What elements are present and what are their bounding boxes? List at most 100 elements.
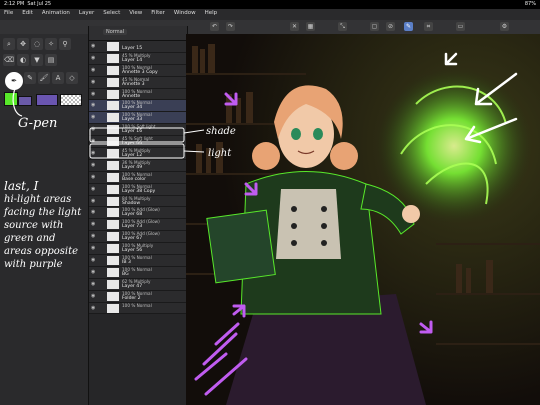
- menu-edit[interactable]: Edit: [22, 10, 33, 16]
- layer-name: Layer 15: [122, 46, 143, 51]
- note-line-1: last, I: [4, 179, 39, 193]
- wand-tool-icon[interactable]: ✧: [45, 38, 57, 50]
- layer-row[interactable]: ◉ Layer 15: [89, 41, 187, 53]
- layer-row[interactable]: ◉ 100 % Normal Annette: [89, 88, 187, 101]
- layer-row[interactable]: ◉ 100 % Normal Layer 38 Copy: [89, 183, 187, 196]
- layer-row[interactable]: ◉ 100 % Multiply Layer 56: [89, 243, 187, 256]
- visibility-eye-icon[interactable]: ◉: [91, 245, 97, 251]
- clear-icon[interactable]: ✕: [290, 22, 299, 31]
- layer-row[interactable]: ◉ 100 % Add (Glow) Layer 67: [89, 231, 187, 244]
- layer-thumbnail: [107, 208, 119, 218]
- deselect-icon[interactable]: ⊘: [386, 22, 395, 31]
- redo-icon[interactable]: ↷: [226, 22, 235, 31]
- layer-row[interactable]: ◉ 100 % Normal: [89, 302, 187, 315]
- layer-row[interactable]: ◉ 45 % Soft light Layer 66: [89, 136, 187, 149]
- layer-row[interactable]: ◉ 45 % Multiply Layer 14: [89, 52, 187, 65]
- layer-name: Annette 3: [122, 81, 145, 87]
- layer-list: ◉ Layer 15 ◉ 45 % Multiply Layer 14 ◉ 100 % No…: [89, 41, 187, 315]
- fill-icon[interactable]: ▦: [306, 22, 315, 31]
- layer-row[interactable]: ◉ 100 % Normal Annette 3 Copy: [89, 64, 187, 77]
- visibility-eye-icon[interactable]: ◉: [91, 221, 97, 227]
- settings-icon[interactable]: ⚙: [500, 22, 509, 31]
- visibility-eye-icon[interactable]: ◉: [91, 209, 97, 215]
- visibility-eye-icon[interactable]: ◉: [91, 102, 97, 108]
- layer-thumbnail: [107, 303, 119, 313]
- select-all-icon[interactable]: ▢: [370, 22, 379, 31]
- gradient-tool-icon[interactable]: ▤: [45, 54, 57, 66]
- visibility-eye-icon[interactable]: ◉: [91, 67, 97, 73]
- zoom-tool-icon[interactable]: ⌕: [3, 38, 15, 50]
- pen-mode-icon[interactable]: ✎: [404, 22, 413, 31]
- eraser-tool-icon[interactable]: ⌫: [3, 54, 15, 66]
- layer-row[interactable]: ◉ 62 % Multiply Layer 47: [89, 278, 187, 291]
- undo-icon[interactable]: ↶: [210, 22, 219, 31]
- visibility-eye-icon[interactable]: ◉: [91, 126, 97, 132]
- layer-name: Layer 12: [122, 153, 143, 159]
- layer-row[interactable]: ◉ 100 % Normal BG: [89, 266, 187, 279]
- visibility-eye-icon[interactable]: ◉: [91, 269, 97, 275]
- status-time: 2:12 PM Sat Jul 25: [4, 1, 52, 7]
- menu-animation[interactable]: Animation: [42, 10, 70, 16]
- transform-icon[interactable]: ⤡: [338, 22, 347, 31]
- layer-thumbnail: [107, 196, 119, 206]
- layer-row[interactable]: ◉ 45 % Multiply Layer 12: [89, 148, 187, 160]
- layer-name: Layer 68: [122, 212, 143, 218]
- visibility-eye-icon[interactable]: ◉: [91, 162, 97, 168]
- canvas[interactable]: shade light: [186, 34, 540, 405]
- lasso-tool-icon[interactable]: ◌: [31, 38, 43, 50]
- visibility-eye-icon[interactable]: ◉: [91, 91, 97, 97]
- layer-thumbnail: [107, 125, 119, 135]
- layer-row[interactable]: ◉ 45 % Normal Annette 3: [89, 76, 187, 89]
- visibility-eye-icon[interactable]: ◉: [91, 186, 97, 192]
- visibility-eye-icon[interactable]: ◉: [91, 281, 97, 287]
- menu-layer[interactable]: Layer: [79, 10, 94, 16]
- visibility-eye-icon[interactable]: ◉: [91, 233, 97, 239]
- menu-select[interactable]: Select: [103, 10, 120, 16]
- layer-row[interactable]: ◉ 100 % Add (Glow) Layer 68: [89, 207, 187, 220]
- shade-note: shade: [206, 126, 236, 137]
- move-tool-icon[interactable]: ✥: [17, 38, 29, 50]
- layer-row[interactable]: ◉ 100 % Normal Layer 34: [89, 100, 187, 113]
- visibility-eye-icon[interactable]: ◉: [91, 174, 97, 180]
- fill-tool-icon[interactable]: ▼: [31, 54, 43, 66]
- layer-row[interactable]: ◉ 100 % Normal Folder 2: [89, 290, 187, 303]
- layer-name: Layer 16: [122, 129, 143, 135]
- visibility-eye-icon[interactable]: ◉: [91, 55, 97, 61]
- layer-thumbnail: [107, 149, 119, 159]
- eyedropper-tool-icon[interactable]: ⚲: [59, 38, 71, 50]
- menu-file[interactable]: File: [4, 10, 13, 16]
- blend-tool-icon[interactable]: ◐: [17, 54, 29, 66]
- menu-help[interactable]: Help: [205, 10, 218, 16]
- layer-name: IB 3: [122, 260, 131, 266]
- layer-row[interactable]: ◉ 100 % Soft light Layer 16: [89, 124, 187, 137]
- menu-view[interactable]: View: [129, 10, 142, 16]
- visibility-eye-icon[interactable]: ◉: [91, 138, 97, 144]
- layer-thumbnail: [107, 113, 119, 123]
- layer-row[interactable]: ◉ 36 % Multiply Layer 49: [89, 159, 187, 172]
- layer-row[interactable]: ◉ 100 % Add (Glow) Layer 73: [89, 219, 187, 232]
- visibility-eye-icon[interactable]: ◉: [91, 43, 97, 49]
- visibility-eye-icon[interactable]: ◉: [91, 293, 97, 299]
- blend-mode-select[interactable]: Normal: [103, 29, 128, 35]
- snap-icon[interactable]: ⌗: [424, 22, 433, 31]
- visibility-eye-icon[interactable]: ◉: [91, 114, 97, 120]
- menu-filter[interactable]: Filter: [151, 10, 165, 16]
- command-toolbar: ↶ ↷ ✕ ▦ ⤡ ▢ ⊘ ✎ ⌗ ▭ ⚙: [0, 20, 540, 35]
- layer-row[interactable]: ◉ 100 % Normal IB 3: [89, 255, 187, 267]
- visibility-eye-icon[interactable]: ◉: [91, 79, 97, 85]
- menu-window[interactable]: Window: [174, 10, 196, 16]
- layer-row[interactable]: ◉ 100 % Normal Layer 33: [89, 112, 187, 125]
- visibility-eye-icon[interactable]: ◉: [91, 305, 97, 311]
- layer-name: Folder 2: [122, 295, 141, 301]
- layer-thumbnail: [107, 184, 119, 194]
- visibility-eye-icon[interactable]: ◉: [91, 198, 97, 204]
- layer-thumbnail: [107, 160, 119, 170]
- layer-name: Shadow: [122, 200, 141, 206]
- layer-row[interactable]: ◉ 100 % Normal Base color: [89, 171, 187, 184]
- visibility-eye-icon[interactable]: ◉: [91, 150, 97, 156]
- ruler-icon[interactable]: ▭: [456, 22, 465, 31]
- layer-row[interactable]: ◉ 84 % Multiply Shadow: [89, 195, 187, 208]
- layer-thumbnail: [107, 137, 119, 147]
- layer-thumbnail: [107, 77, 119, 87]
- visibility-eye-icon[interactable]: ◉: [91, 257, 97, 263]
